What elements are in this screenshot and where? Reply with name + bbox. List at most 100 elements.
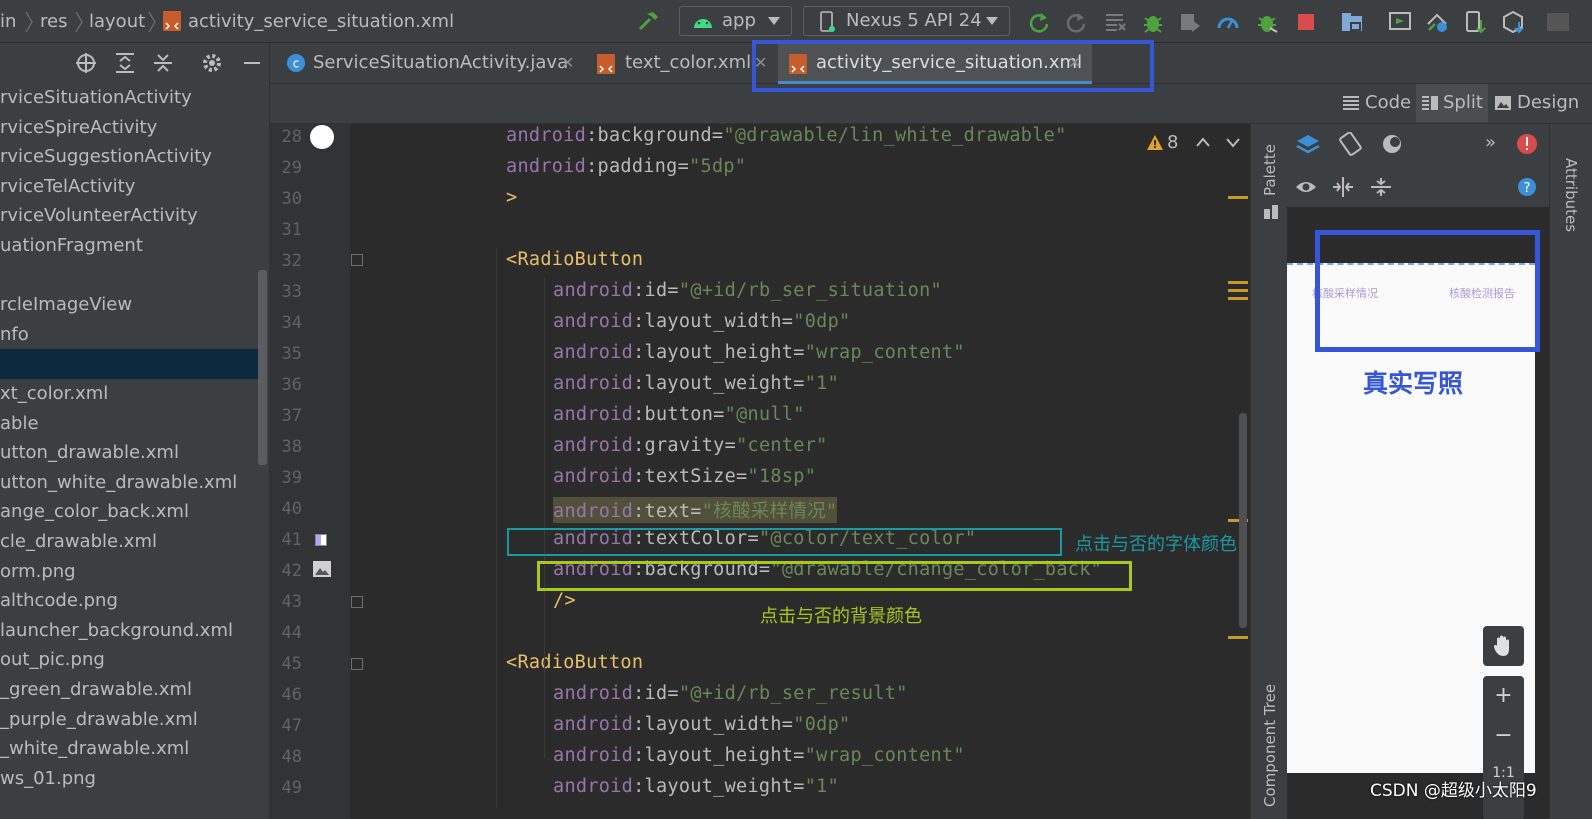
- project-tree-item[interactable]: out_pic.png: [0, 645, 258, 675]
- project-tree-item[interactable]: orm.png: [0, 557, 258, 587]
- run-config-dropdown[interactable]: app: [679, 6, 792, 36]
- warning-stripe-mark[interactable]: [1228, 297, 1248, 300]
- project-tree-item[interactable]: utton_drawable.xml: [0, 438, 258, 468]
- code-line[interactable]: android:layout_height="wrap_content": [553, 745, 965, 766]
- project-tree-item[interactable]: _white_drawable.xml: [0, 734, 258, 764]
- project-tree-item[interactable]: rviceSuggestionActivity: [0, 142, 258, 172]
- project-tree-item[interactable]: [0, 261, 258, 291]
- sdk-manager-icon[interactable]: [1501, 10, 1525, 34]
- project-tree-item[interactable]: rviceSpireActivity: [0, 113, 258, 143]
- code-line[interactable]: android:layout_weight="1": [553, 776, 839, 797]
- code-line[interactable]: android:background="@drawable/lin_white_…: [506, 125, 1067, 146]
- inspection-widget[interactable]: 8: [1146, 132, 1246, 154]
- warning-stripe-mark[interactable]: [1228, 196, 1248, 199]
- code-line[interactable]: android:layout_weight="1": [553, 373, 839, 394]
- line-number[interactable]: 47: [270, 716, 302, 736]
- line-number[interactable]: 45: [270, 654, 302, 674]
- project-tree-item[interactable]: _purple_drawable.xml: [0, 705, 258, 735]
- more-icon[interactable]: »: [1485, 132, 1496, 153]
- breadcrumb-current-file[interactable]: activity_service_situation.xml: [188, 0, 454, 43]
- line-number[interactable]: 31: [270, 220, 302, 240]
- line-number[interactable]: 35: [270, 344, 302, 364]
- mode-split-button[interactable]: Split: [1416, 84, 1488, 122]
- project-tree-item[interactable]: uationFragment: [0, 231, 258, 261]
- chevron-down-icon[interactable]: [1226, 136, 1240, 148]
- line-number[interactable]: 34: [270, 313, 302, 333]
- code-line[interactable]: android:padding="5dp": [506, 156, 746, 177]
- line-number[interactable]: 48: [270, 747, 302, 767]
- attributes-tool-tab[interactable]: Attributes: [1560, 140, 1580, 260]
- drawable-preview-icon[interactable]: [312, 560, 332, 578]
- orientation-icon[interactable]: [1337, 132, 1365, 158]
- line-number[interactable]: 36: [270, 375, 302, 395]
- project-structure-icon[interactable]: [1340, 10, 1364, 34]
- apply-changes-restart-icon[interactable]: [1027, 10, 1051, 34]
- fold-marker[interactable]: [351, 596, 363, 608]
- line-number[interactable]: 40: [270, 499, 302, 519]
- code-line[interactable]: />: [553, 590, 576, 611]
- breadcrumb-item[interactable]: in: [0, 0, 16, 43]
- project-tree-item[interactable]: rviceTelActivity: [0, 172, 258, 202]
- margin-icon[interactable]: [1331, 176, 1355, 198]
- code-line[interactable]: android:layout_width="0dp": [553, 714, 850, 735]
- mode-design-button[interactable]: Design: [1492, 84, 1592, 122]
- line-number[interactable]: 49: [270, 778, 302, 798]
- pan-hand-button[interactable]: [1483, 626, 1524, 666]
- line-number[interactable]: 39: [270, 468, 302, 488]
- fold-marker[interactable]: [351, 658, 363, 670]
- help-icon[interactable]: ?: [1517, 177, 1537, 197]
- warning-stripe-mark[interactable]: [1228, 636, 1248, 639]
- project-tree-item[interactable]: rviceVolunteerActivity: [0, 201, 258, 231]
- project-tree-item[interactable]: [0, 349, 258, 380]
- theme-icon[interactable]: [1380, 132, 1408, 158]
- error-icon[interactable]: [1516, 133, 1538, 155]
- avd-manager-icon[interactable]: [1463, 10, 1487, 34]
- code-line[interactable]: android:layout_width="0dp": [553, 311, 850, 332]
- project-tree-item[interactable]: althcode.png: [0, 586, 258, 616]
- project-tree-item[interactable]: nfo: [0, 320, 258, 350]
- color-swatch-icon[interactable]: [310, 125, 334, 149]
- warning-stripe-mark[interactable]: [1228, 281, 1248, 284]
- line-number[interactable]: 33: [270, 282, 302, 302]
- code-line[interactable]: android:layout_height="wrap_content": [553, 342, 965, 363]
- line-number[interactable]: 37: [270, 406, 302, 426]
- debug-bug-icon[interactable]: [1141, 10, 1165, 34]
- apply-code-changes-icon[interactable]: [1064, 10, 1088, 34]
- fold-marker[interactable]: [351, 254, 363, 266]
- code-line[interactable]: android:textSize="18sp": [553, 466, 816, 487]
- tab-text-color-xml[interactable]: text_color.xml ✕: [594, 43, 774, 84]
- code-line[interactable]: android:button="@null": [553, 404, 805, 425]
- line-number[interactable]: 32: [270, 251, 302, 271]
- line-number[interactable]: 28: [270, 127, 302, 147]
- project-tree-item[interactable]: rviceSituationActivity: [0, 83, 258, 113]
- zoom-in-button[interactable]: +: [1483, 676, 1524, 716]
- code-line[interactable]: <RadioButton: [506, 249, 643, 270]
- project-tree-item[interactable]: launcher_background.xml: [0, 616, 258, 646]
- line-number[interactable]: 41: [270, 530, 302, 550]
- attach-process-icon[interactable]: [1255, 10, 1279, 34]
- project-tree-item[interactable]: ws_01.png: [0, 764, 258, 794]
- eye-icon[interactable]: [1295, 176, 1323, 198]
- code-line[interactable]: android:text="核酸采样情况": [553, 497, 838, 523]
- project-tree-item[interactable]: xt_color.xml: [0, 379, 258, 409]
- code-line[interactable]: >: [506, 187, 517, 208]
- component-tree-tool-tab[interactable]: Component Tree: [1261, 684, 1279, 807]
- code-line[interactable]: android:id="@+id/rb_ser_situation": [553, 280, 942, 301]
- breadcrumb-item[interactable]: layout: [89, 0, 145, 43]
- zoom-out-button[interactable]: −: [1483, 716, 1524, 756]
- close-icon[interactable]: ✕: [561, 43, 574, 83]
- line-number[interactable]: 29: [270, 158, 302, 178]
- tab-service-situation-activity-java[interactable]: c ServiceSituationActivity.java ✕: [282, 43, 582, 84]
- color-preview-icon[interactable]: [315, 534, 327, 546]
- locate-target-icon[interactable]: [75, 52, 97, 74]
- project-tree-item[interactable]: able: [0, 409, 258, 439]
- gear-icon[interactable]: [201, 52, 223, 74]
- breadcrumb-item[interactable]: res: [40, 0, 67, 43]
- logcat-icon[interactable]: [1103, 10, 1127, 34]
- code-editor[interactable]: 28 android:background="@drawable/lin_whit…: [270, 124, 1250, 819]
- line-number[interactable]: 42: [270, 561, 302, 581]
- project-tree-item[interactable]: _green_drawable.xml: [0, 675, 258, 705]
- attach-debugger-icon[interactable]: [1178, 10, 1202, 34]
- code-line[interactable]: <RadioButton: [506, 652, 643, 673]
- project-tree-item[interactable]: ange_color_back.xml: [0, 497, 258, 527]
